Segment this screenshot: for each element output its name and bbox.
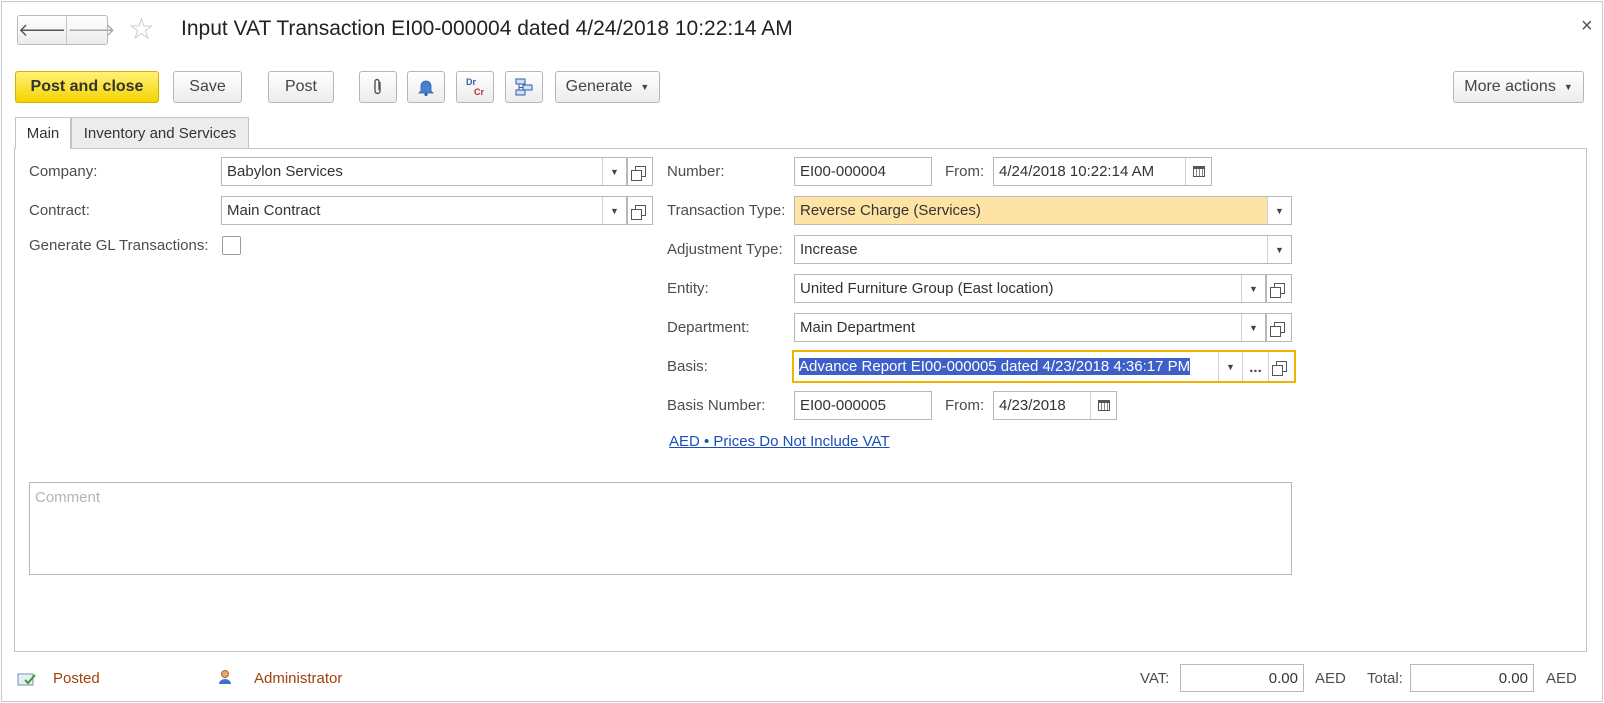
department-value: Main Department — [800, 319, 916, 336]
author-name[interactable]: Administrator — [254, 670, 342, 687]
department-label: Department: — [667, 319, 750, 336]
hierarchy-icon — [515, 78, 533, 96]
entity-label: Entity: — [667, 280, 709, 297]
gl-entries-button[interactable]: Dr Cr — [456, 71, 494, 103]
chevron-down-icon: ▼ — [1563, 82, 1573, 92]
company-value: Babylon Services — [227, 163, 343, 180]
generate-label: Generate — [565, 78, 633, 95]
from-label: From: — [945, 163, 985, 180]
open-window-icon — [1269, 322, 1285, 337]
tab-inventory-and-services[interactable]: Inventory and Services — [71, 117, 249, 148]
calendar-icon — [1192, 166, 1205, 177]
credit-label: Cr — [473, 87, 484, 97]
number-label: Number: — [667, 163, 725, 180]
posted-icon — [17, 673, 36, 686]
debit-label: Dr — [465, 77, 476, 87]
basis-value-wrap: Advance Report EI00-000005 dated 4/23/20… — [794, 358, 1218, 375]
more-actions-label: More actions — [1464, 78, 1556, 95]
reminder-button[interactable] — [407, 71, 445, 103]
attachment-button[interactable] — [359, 71, 397, 103]
star-icon[interactable]: ☆ — [128, 15, 155, 45]
total-label: Total: — [1367, 670, 1403, 687]
vat-label: VAT: — [1140, 670, 1170, 687]
back-arrow-icon[interactable]: 🡐 — [18, 16, 66, 44]
prices-vat-link[interactable]: AED • Prices Do Not Include VAT — [669, 433, 890, 450]
comment-input[interactable]: Comment — [29, 482, 1292, 575]
contract-open-button[interactable] — [627, 196, 653, 225]
entity-field[interactable]: United Furniture Group (East location) ▼ — [794, 274, 1266, 303]
chevron-down-icon[interactable]: ▼ — [1241, 314, 1265, 341]
post-and-close-button[interactable]: Post and close — [15, 71, 159, 103]
comment-placeholder: Comment — [35, 489, 101, 506]
adjustment-type-field[interactable]: Increase ▼ — [794, 235, 1292, 264]
chevron-down-icon[interactable]: ▼ — [602, 197, 626, 224]
chevron-down-icon[interactable]: ▼ — [1267, 197, 1291, 224]
post-button[interactable]: Post — [268, 71, 334, 103]
vat-total-field: 0.00 — [1180, 664, 1304, 692]
date-value: 4/24/2018 10:22:14 AM — [999, 163, 1155, 180]
basis-open-button[interactable] — [1268, 352, 1294, 381]
company-field[interactable]: Babylon Services ▼ — [221, 157, 627, 186]
contract-label: Contract: — [29, 202, 90, 219]
history-nav: 🡐 🡒 — [17, 15, 116, 45]
adjustment-type-value: Increase — [800, 241, 858, 258]
chevron-down-icon: ▼ — [640, 82, 650, 92]
transaction-type-field[interactable]: Reverse Charge (Services) ▼ — [794, 196, 1292, 225]
calendar-icon — [1097, 400, 1110, 411]
chevron-down-icon[interactable]: ▼ — [602, 158, 626, 185]
number-value: EI00-000004 — [800, 163, 886, 180]
contract-value: Main Contract — [227, 202, 321, 219]
structure-button[interactable] — [505, 71, 543, 103]
company-open-button[interactable] — [627, 157, 653, 186]
calendar-button[interactable] — [1185, 158, 1211, 185]
basis-value: Advance Report EI00-000005 dated 4/23/20… — [799, 358, 1191, 375]
generate-gl-label: Generate GL Transactions: — [29, 237, 209, 254]
paperclip-icon — [374, 78, 381, 95]
status-posted[interactable]: Posted — [53, 670, 100, 687]
basis-label: Basis: — [667, 358, 708, 375]
basis-from-label: From: — [945, 397, 985, 414]
open-window-icon — [630, 205, 646, 220]
calendar-button[interactable] — [1090, 392, 1116, 419]
number-field[interactable]: EI00-000004 — [794, 157, 932, 186]
chevron-down-icon[interactable]: ▼ — [1241, 275, 1265, 302]
total-currency: AED — [1546, 670, 1577, 687]
department-field[interactable]: Main Department ▼ — [794, 313, 1266, 342]
transaction-type-label: Transaction Type: — [667, 202, 786, 219]
company-label: Company: — [29, 163, 98, 180]
page-title: Input VAT Transaction EI00-000004 dated … — [181, 17, 793, 40]
date-field[interactable]: 4/24/2018 10:22:14 AM — [993, 157, 1212, 186]
generate-gl-checkbox[interactable] — [222, 236, 241, 255]
contract-field[interactable]: Main Contract ▼ — [221, 196, 627, 225]
close-icon[interactable]: × — [1581, 15, 1593, 38]
basis-number-value: EI00-000005 — [800, 397, 886, 414]
open-window-icon — [1272, 361, 1287, 376]
open-window-icon — [1269, 283, 1285, 298]
basis-field[interactable]: Advance Report EI00-000005 dated 4/23/20… — [792, 350, 1296, 383]
open-window-icon — [630, 166, 646, 181]
adjustment-type-label: Adjustment Type: — [667, 241, 783, 258]
chevron-down-icon[interactable]: ▼ — [1267, 236, 1291, 263]
basis-date-field[interactable]: 4/23/2018 — [993, 391, 1117, 420]
more-actions-button[interactable]: More actions ▼ — [1453, 71, 1584, 103]
user-icon — [219, 670, 231, 684]
vat-currency: AED — [1315, 670, 1346, 687]
basis-number-label: Basis Number: — [667, 397, 766, 414]
department-open-button[interactable] — [1266, 313, 1292, 342]
basis-date-value: 4/23/2018 — [999, 397, 1066, 414]
basis-number-field[interactable]: EI00-000005 — [794, 391, 932, 420]
basis-select-button[interactable]: ... — [1242, 352, 1268, 381]
save-button[interactable]: Save — [173, 71, 242, 103]
grand-total-field: 0.00 — [1410, 664, 1534, 692]
generate-button[interactable]: Generate ▼ — [555, 71, 660, 103]
entity-open-button[interactable] — [1266, 274, 1292, 303]
chevron-down-icon[interactable]: ▼ — [1218, 352, 1242, 381]
entity-value: United Furniture Group (East location) — [800, 280, 1054, 297]
bell-icon — [418, 80, 434, 96]
tab-main[interactable]: Main — [15, 117, 71, 149]
forward-arrow-icon[interactable]: 🡒 — [66, 16, 116, 44]
transaction-type-value: Reverse Charge (Services) — [800, 202, 981, 219]
